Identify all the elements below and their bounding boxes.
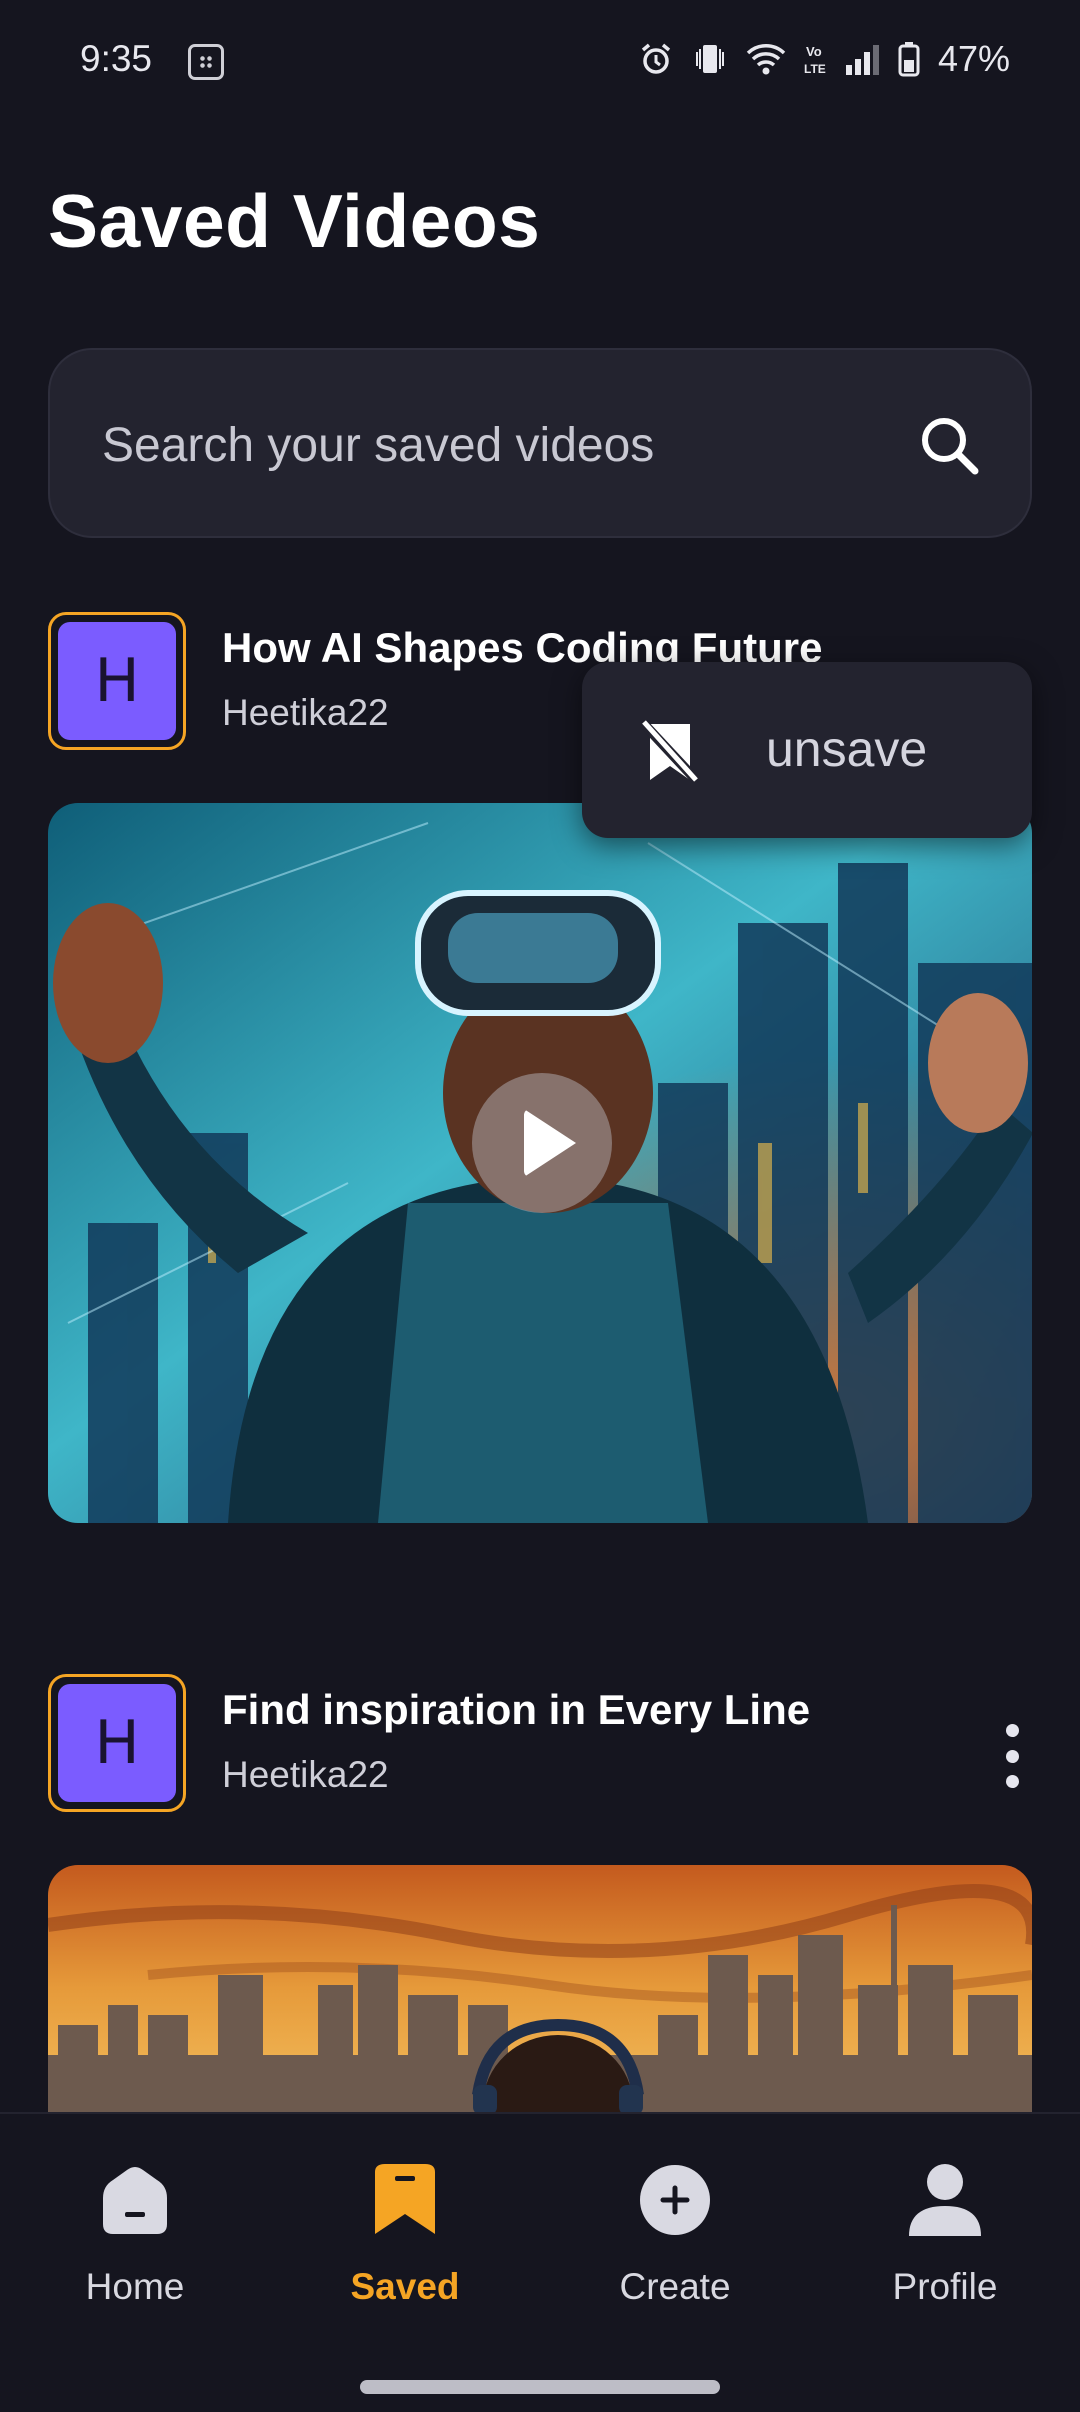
avatar-letter: H bbox=[58, 1684, 176, 1802]
svg-text:LTE: LTE bbox=[804, 62, 826, 76]
unsave-popup-menu[interactable]: unsave bbox=[582, 662, 1032, 838]
user-icon bbox=[909, 2164, 981, 2236]
nav-label-home: Home bbox=[85, 2266, 185, 2307]
nav-label-profile: Profile bbox=[892, 2266, 998, 2307]
plus-circle-icon bbox=[640, 2165, 710, 2235]
bookmark-icon bbox=[375, 2164, 435, 2234]
nav-label-saved: Saved bbox=[350, 2266, 460, 2307]
wifi-icon bbox=[746, 44, 786, 75]
nav-label-create: Create bbox=[619, 2266, 731, 2307]
video-author[interactable]: Heetika22 bbox=[222, 1754, 389, 1796]
status-time: 9:35 bbox=[80, 38, 153, 79]
nav-item-profile[interactable]: Profile bbox=[845, 2162, 1045, 2332]
search-input[interactable] bbox=[102, 410, 882, 480]
unsave-menu-item[interactable]: unsave bbox=[766, 720, 927, 778]
signal-icon bbox=[845, 45, 879, 75]
city-thumbnail-image bbox=[48, 1865, 1032, 2112]
search-bar[interactable] bbox=[48, 348, 1032, 538]
status-bar: 9:35 Vo LTE 47% bbox=[0, 0, 1080, 125]
app-notification-icon bbox=[188, 44, 224, 80]
nav-item-create[interactable]: Create bbox=[575, 2162, 775, 2332]
avatar-letter: H bbox=[58, 622, 176, 740]
gesture-navigation-bar[interactable] bbox=[360, 2380, 720, 2394]
search-icon[interactable] bbox=[916, 412, 982, 478]
battery-percent: 47% bbox=[937, 38, 1010, 79]
alarm-icon bbox=[641, 43, 671, 74]
volte-icon: Vo LTE bbox=[804, 44, 826, 76]
video-thumbnail[interactable] bbox=[48, 1865, 1032, 2112]
more-options-icon[interactable] bbox=[1000, 1724, 1024, 1788]
nav-item-home[interactable]: Home bbox=[35, 2162, 235, 2332]
play-button[interactable] bbox=[472, 1073, 612, 1213]
video-title[interactable]: Find inspiration in Every Line bbox=[222, 1686, 810, 1734]
avatar[interactable]: H bbox=[48, 612, 186, 750]
bookmark-off-icon bbox=[640, 720, 700, 784]
page-title: Saved Videos bbox=[48, 179, 541, 263]
vibrate-icon bbox=[695, 45, 724, 73]
video-card-header[interactable]: H Find inspiration in Every Line Heetika… bbox=[48, 1674, 1032, 1814]
battery-icon bbox=[898, 42, 920, 77]
status-icons: Vo LTE 47% bbox=[638, 38, 1010, 80]
saved-videos-screen: 9:35 Vo LTE 47% Saved Videos Search your… bbox=[0, 0, 1080, 2412]
home-icon bbox=[103, 2167, 167, 2234]
svg-text:Vo: Vo bbox=[806, 44, 822, 59]
avatar[interactable]: H bbox=[48, 1674, 186, 1812]
bottom-navigation: Home Saved Create Profile bbox=[0, 2112, 1080, 2364]
nav-item-saved[interactable]: Saved bbox=[305, 2162, 505, 2332]
video-author[interactable]: Heetika22 bbox=[222, 692, 389, 734]
